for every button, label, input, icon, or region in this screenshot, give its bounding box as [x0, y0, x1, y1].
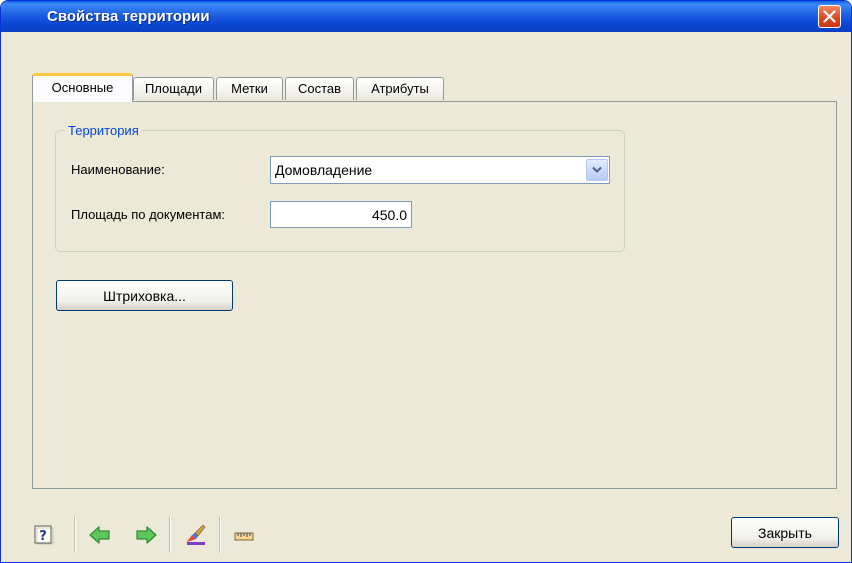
window-title: Свойства территории — [47, 8, 210, 25]
paint-brush-icon — [186, 524, 206, 545]
help-icon: ? — [34, 525, 54, 545]
territory-group-title: Территория — [65, 123, 142, 138]
close-window-button[interactable] — [818, 5, 841, 28]
close-button[interactable]: Закрыть — [731, 517, 839, 548]
tab-areas[interactable]: Площади — [133, 77, 214, 100]
forward-button[interactable] — [135, 525, 157, 548]
back-button[interactable] — [89, 525, 111, 548]
tab-labels[interactable]: Метки — [216, 77, 283, 100]
tab-panel-main: Территория Наименование: Домовладение Пл… — [32, 101, 837, 489]
tab-attributes[interactable]: Атрибуты — [356, 77, 444, 100]
name-combobox-value: Домовладение — [275, 162, 373, 178]
dialog-window: Свойства территории Основные Площади Мет… — [0, 0, 852, 563]
arrow-back-icon — [89, 526, 110, 544]
chevron-down-icon — [592, 166, 602, 173]
close-icon — [823, 10, 836, 23]
combobox-dropdown-button[interactable] — [586, 159, 608, 181]
hatch-button[interactable]: Штриховка... — [56, 280, 233, 311]
help-button[interactable]: ? — [34, 525, 54, 548]
tab-main[interactable]: Основные — [32, 73, 133, 102]
arrow-forward-icon — [136, 526, 157, 544]
style-button[interactable] — [184, 523, 208, 550]
toolbar-separator — [74, 517, 76, 553]
title-bar[interactable]: Свойства территории — [1, 1, 851, 32]
area-field[interactable] — [271, 202, 411, 227]
tab-composition[interactable]: Состав — [285, 77, 354, 100]
ruler-icon — [234, 532, 254, 541]
area-field-box — [270, 201, 412, 228]
territory-groupbox — [55, 130, 625, 252]
toolbar-separator — [169, 517, 171, 553]
name-label: Наименование: — [71, 162, 165, 177]
svg-text:?: ? — [39, 529, 47, 544]
area-label: Площадь по документам: — [71, 207, 226, 222]
toolbar-separator — [219, 517, 221, 553]
measure-button[interactable] — [234, 531, 254, 546]
name-combobox[interactable]: Домовладение — [270, 156, 610, 184]
